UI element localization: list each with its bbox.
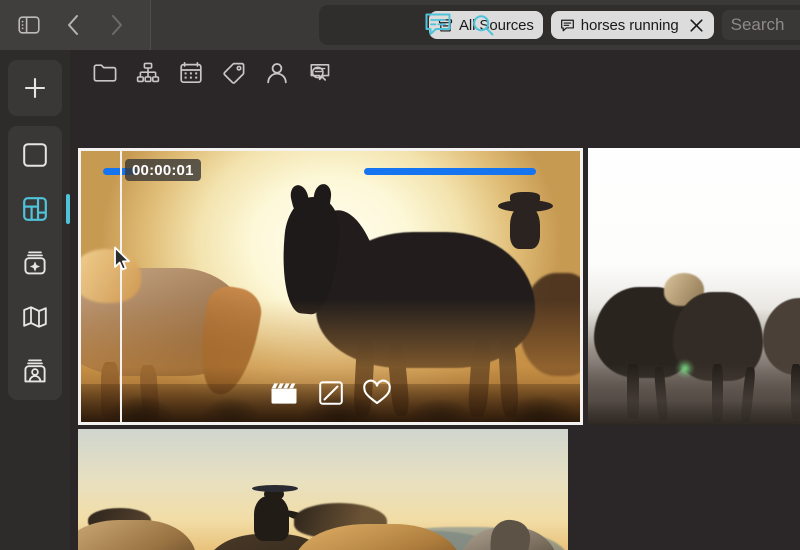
- tag-icon: [223, 62, 245, 84]
- chip-horses-running-label: horses running: [580, 16, 679, 34]
- chevron-right-icon: [112, 15, 122, 35]
- decor-ear: [287, 183, 311, 211]
- back-button[interactable]: [58, 10, 88, 40]
- clapperboard-icon: [271, 383, 296, 404]
- chip-horses-running[interactable]: horses running: [550, 11, 714, 39]
- sidebar-toggle-button[interactable]: [14, 10, 44, 40]
- decor-lens-flare: [675, 358, 696, 378]
- toolbar-calendar-button[interactable]: [178, 60, 204, 86]
- action-favorite-button[interactable]: [362, 378, 392, 408]
- decor-rider-hat: [251, 485, 299, 492]
- chat-bubble-lines-icon: [425, 13, 451, 35]
- media-thumbnail-bottom: [78, 429, 568, 550]
- edit-square-icon: [318, 381, 343, 405]
- sidebar-item-grid-view[interactable]: [8, 192, 70, 226]
- sparkle-jar-icon: [24, 251, 46, 275]
- toolbar-folder-button[interactable]: [92, 60, 118, 86]
- sidebar-item-people[interactable]: [8, 354, 62, 388]
- map-icon: [23, 306, 47, 328]
- forward-button[interactable]: [102, 10, 132, 40]
- square-icon: [23, 143, 47, 167]
- mouse-cursor: [113, 246, 133, 279]
- search-magnifier-button[interactable]: [471, 13, 495, 42]
- sidebar-item-single-view[interactable]: [8, 138, 62, 172]
- content-area: 00:00:01: [70, 50, 800, 550]
- heart-icon: [362, 379, 391, 405]
- add-group: [8, 60, 62, 116]
- media-card-right[interactable]: [588, 148, 800, 425]
- progress-bar-track[interactable]: [364, 168, 536, 175]
- chevron-left-icon: [68, 15, 78, 35]
- grid-layout-icon: [23, 197, 47, 221]
- sidebar-item-effects[interactable]: [8, 246, 62, 280]
- sidebar-item-map[interactable]: [8, 300, 62, 334]
- search-input[interactable]: Search: [721, 10, 800, 40]
- card-action-bar: [81, 378, 580, 408]
- chat-search-icon: [310, 64, 330, 81]
- search-area: All Sources horses running Search: [150, 0, 800, 50]
- chat-bubble-lines-button[interactable]: [423, 10, 453, 45]
- content-toolbar: [70, 50, 800, 96]
- window-nav-controls: [0, 0, 150, 50]
- top-bar: All Sources horses running Search: [0, 0, 800, 50]
- view-mode-group: [8, 126, 70, 400]
- calendar-icon: [180, 61, 202, 84]
- toolbar-hierarchy-button[interactable]: [135, 60, 161, 86]
- sidebar-toggle-icon: [18, 16, 40, 34]
- toolbar-person-button[interactable]: [264, 60, 290, 86]
- toolbar-tag-button[interactable]: [221, 60, 247, 86]
- media-grid: 00:00:01: [70, 96, 800, 550]
- app-window: All Sources horses running Search 00:00:…: [0, 0, 800, 550]
- media-card-main[interactable]: 00:00:01: [78, 148, 583, 425]
- action-clapperboard-button[interactable]: [270, 378, 300, 408]
- action-edit-button[interactable]: [316, 378, 346, 408]
- decor-rider-body: [254, 495, 289, 541]
- search-icon: [473, 15, 494, 36]
- cursor-arrow-icon: [114, 246, 130, 271]
- toolbar-chat-search-button[interactable]: [307, 60, 333, 86]
- person-card-icon: [24, 359, 46, 383]
- plus-icon: [24, 77, 46, 99]
- add-button[interactable]: [8, 71, 62, 105]
- chip-remove-button[interactable]: [688, 17, 705, 34]
- media-thumbnail-right: [588, 148, 800, 425]
- folder-icon: [93, 64, 117, 82]
- left-sidebar: [0, 50, 70, 550]
- chat-bubble-icon: [560, 19, 574, 31]
- person-icon: [267, 63, 287, 84]
- search-bar[interactable]: All Sources horses running Search: [319, 5, 800, 45]
- timestamp-badge: 00:00:01: [125, 159, 201, 181]
- media-card-bottom[interactable]: [78, 429, 568, 550]
- org-chart-icon: [136, 62, 160, 83]
- decor-horse-head: [486, 517, 533, 550]
- decor-ear: [311, 182, 333, 210]
- close-icon: [690, 18, 703, 32]
- decor-horse: [78, 520, 196, 550]
- decor-rider-hat-crown: [510, 191, 541, 203]
